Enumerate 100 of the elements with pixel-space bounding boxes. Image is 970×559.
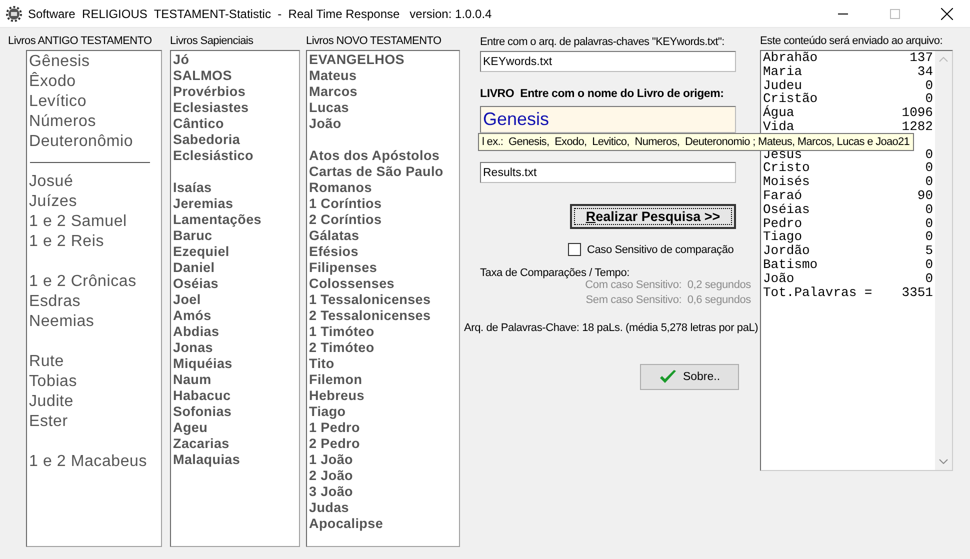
output-row: Pedro 0: [763, 216, 933, 230]
book-item[interactable]: Êxodo: [29, 72, 76, 92]
book-item[interactable]: Mateus: [309, 68, 357, 84]
search-button[interactable]: Realizar Pesquisa >>: [570, 204, 736, 229]
output-row: Oséias 0: [763, 202, 933, 217]
book-item[interactable]: 2 Tessalonicenses: [309, 308, 431, 324]
book-item[interactable]: Sabedoria: [173, 132, 240, 148]
book-item[interactable]: 1 e 2 Macabeus: [29, 452, 148, 472]
case-checkbox[interactable]: [568, 243, 581, 256]
book-item[interactable]: SALMOS: [173, 68, 232, 84]
output-row: Água 1096: [763, 106, 933, 120]
book-item[interactable]: Abdias: [173, 324, 220, 340]
book-item[interactable]: Filipenses: [309, 260, 378, 276]
book-item[interactable]: 1 e 2 Reis: [29, 232, 104, 252]
book-item[interactable]: Josué: [29, 172, 74, 192]
book-item[interactable]: Naum: [173, 372, 212, 388]
book-item[interactable]: Tito: [309, 356, 334, 372]
book-item[interactable]: 2 Pedro: [309, 436, 360, 452]
book-item[interactable]: 1 João: [309, 452, 353, 468]
minimize-icon: [838, 12, 848, 14]
book-item[interactable]: Oséias: [173, 276, 218, 292]
book-item[interactable]: Lucas: [309, 100, 350, 116]
book-item[interactable]: 1 Timóteo: [309, 324, 374, 340]
book-item[interactable]: Números: [29, 112, 96, 132]
book-item[interactable]: 3 João: [309, 484, 353, 500]
book-item[interactable]: 2 João: [309, 468, 353, 484]
book-item[interactable]: Baruc: [173, 228, 212, 244]
scroll-up-icon: [939, 57, 948, 62]
book-item[interactable]: Neemias: [29, 312, 94, 332]
output-row: João 0: [763, 272, 933, 286]
book-item[interactable]: Deuteronômio: [29, 132, 134, 152]
book-item[interactable]: Sofonias: [173, 404, 232, 420]
book-item[interactable]: Zacarias: [173, 436, 230, 452]
book-item[interactable]: Gênesis: [29, 52, 90, 72]
book-item[interactable]: 1 e 2 Crônicas: [29, 272, 136, 292]
results-field[interactable]: Results.txt: [480, 162, 736, 183]
book-item[interactable]: Judas: [309, 500, 350, 516]
book-item[interactable]: Hebreus: [309, 388, 364, 404]
keywords-label: Entre com o arq. de palavras-chaves "KEYwords.txt":: [480, 35, 724, 50]
book-item[interactable]: Esdras: [29, 292, 81, 312]
book-list[interactable]: [306, 50, 460, 547]
output-row: Cristão 0: [763, 92, 933, 106]
window-title: Software RELIGIOUS TESTAMENT-Statistic - Real Time Response version: 1.0.0.4: [28, 6, 493, 20]
book-item[interactable]: Joel: [173, 292, 201, 308]
book-item[interactable]: Malaquias: [173, 452, 240, 468]
book-item[interactable]: Colossenses: [309, 276, 394, 292]
book-item[interactable]: Isaías: [173, 180, 212, 196]
maximize-icon: [890, 8, 900, 18]
book-item[interactable]: Eclesiastes: [173, 100, 249, 116]
book-item[interactable]: 2 Coríntios: [309, 212, 382, 228]
book-item[interactable]: 1 Coríntios: [309, 196, 382, 212]
book-item[interactable]: Juízes: [29, 192, 78, 212]
keywords-field[interactable]: KEYwords.txt: [480, 51, 736, 72]
book-item[interactable]: EVANGELHOS: [309, 52, 405, 68]
book-item[interactable]: Habacuc: [173, 388, 231, 404]
timing-title: Taxa de Comparações / Tempo:: [480, 267, 631, 279]
book-item[interactable]: Miquéias: [173, 356, 232, 372]
book-item[interactable]: 1 Pedro: [309, 420, 360, 436]
book-item[interactable]: Marcos: [309, 84, 358, 100]
book-item[interactable]: João: [309, 116, 342, 132]
output-row: Vida 1282: [763, 120, 933, 134]
checkmark-icon: [658, 369, 677, 385]
case-label: Caso Sensitivo de comparação: [587, 244, 734, 256]
book-item[interactable]: Rute: [29, 352, 64, 372]
scrollbar[interactable]: [935, 51, 952, 470]
keyword-stats: Arq. de Palavras-Chave: 18 paLs. (média 5,278 letras por paL): [464, 322, 758, 334]
book-item[interactable]: Tobias: [29, 372, 78, 392]
output-row: Judeu 0: [763, 78, 933, 92]
book-item[interactable]: Filemon: [309, 372, 362, 388]
output-row: Batismo 0: [763, 258, 933, 272]
book-item[interactable]: Levítico: [29, 92, 87, 112]
book-item[interactable]: Gálatas: [309, 228, 360, 244]
book-item[interactable]: Eclesiástico: [173, 148, 254, 164]
book-list[interactable]: Gênesis Êxodo Levítico Números Deuteronômio Josué Juízes 1 e 2 Samuel 1 e 2 Reis 1 e 2 Crônicas Esdras Neemias Rute Tobias Judite Ester 1 e 2 Macabeus: [26, 50, 162, 547]
about-button[interactable]: Sobre..: [640, 364, 739, 390]
book-item[interactable]: Ezequiel: [173, 244, 230, 260]
book-item[interactable]: Ester: [29, 412, 68, 432]
list-label: Livros ANTIGO TESTAMENTO: [8, 34, 152, 49]
book-list[interactable]: Jó SALMOS Provérbios Eclesiastes Cântico Sabedoria Eclesiástico Isaías Jeremias Lamentações Baruc Ezequiel Daniel Oséias Joel Amós Abdias Jonas Miquéias Naum Habacuc Sofonias Ageu Zacarias Malaquias: [170, 50, 300, 547]
book-item[interactable]: Jonas: [173, 340, 214, 356]
book-item[interactable]: Romanos: [309, 180, 372, 196]
book-item[interactable]: Daniel: [173, 260, 215, 276]
book-field[interactable]: Genesis: [480, 106, 736, 133]
output-row: Maria 34: [763, 64, 933, 79]
book-item[interactable]: Ageu: [173, 420, 208, 436]
book-item[interactable]: Apocalipse: [309, 516, 384, 532]
book-item[interactable]: Provérbios: [173, 84, 246, 100]
book-item[interactable]: Lamentações: [173, 212, 262, 228]
book-item[interactable]: Judite: [29, 392, 74, 412]
book-item[interactable]: Jeremias: [173, 196, 234, 212]
book-item[interactable]: Jó: [173, 52, 190, 68]
book-item[interactable]: Atos dos Apóstolos: [309, 148, 440, 164]
book-item[interactable]: 2 Timóteo: [309, 340, 374, 356]
book-item[interactable]: Tiago: [309, 404, 346, 420]
book-item[interactable]: Efésios: [309, 244, 358, 260]
book-item[interactable]: Amós: [173, 308, 212, 324]
book-item[interactable]: 1 Tessalonicenses: [309, 292, 431, 308]
book-item[interactable]: Cartas de São Paulo: [309, 164, 444, 180]
book-item[interactable]: 1 e 2 Samuel: [29, 212, 127, 232]
book-item[interactable]: Cântico: [173, 116, 224, 132]
